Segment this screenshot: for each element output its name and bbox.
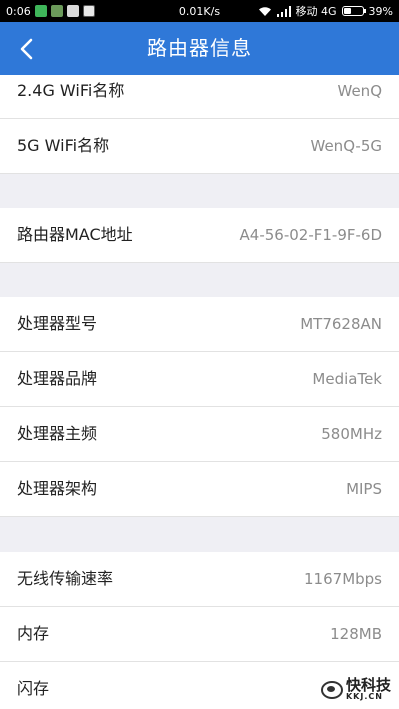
watermark-main: 快科技 xyxy=(345,676,391,694)
group-divider xyxy=(0,517,399,551)
info-label: 路由器MAC地址 xyxy=(17,225,133,244)
info-value: MediaTek xyxy=(312,370,382,388)
info-row-cpu-brand: 处理器品牌 MediaTek xyxy=(0,352,399,407)
info-value: 128MB xyxy=(330,625,382,643)
app-icon xyxy=(66,5,79,17)
info-value: WenQ xyxy=(337,82,383,100)
status-bar-right: 移动 4G 39% xyxy=(258,3,393,19)
app-bar: 路由器信息 xyxy=(0,22,399,75)
info-value: 580MHz xyxy=(321,425,382,443)
carrier-label: 移动 4G xyxy=(295,5,337,18)
watermark-logo-icon xyxy=(320,680,343,699)
battery-percent: 39% xyxy=(368,4,393,18)
info-label: 2.4G WiFi名称 xyxy=(17,81,125,100)
watermark-text: 快科技 KKJ.CN xyxy=(346,678,391,701)
page-title: 路由器信息 xyxy=(147,36,252,60)
wechat-icon xyxy=(34,5,47,17)
info-value: 1167Mbps xyxy=(304,570,382,588)
router-info-list[interactable]: 2.4G WiFi名称 WenQ 5G WiFi名称 WenQ-5G 路由器MA… xyxy=(0,75,399,709)
info-label: 处理器型号 xyxy=(17,314,98,333)
info-value: A4-56-02-F1-9F-6D xyxy=(239,226,382,244)
message-icon xyxy=(50,5,63,17)
battery-icon xyxy=(341,6,366,16)
info-row-cpu-model: 处理器型号 MT7628AN xyxy=(0,297,399,352)
info-row-cpu-freq: 处理器主频 580MHz xyxy=(0,407,399,462)
info-row-wifi-24g: 2.4G WiFi名称 WenQ xyxy=(0,75,399,119)
info-label: 处理器主频 xyxy=(17,424,98,443)
info-label: 无线传输速率 xyxy=(17,569,114,588)
info-value: WenQ-5G xyxy=(310,137,383,155)
group-divider xyxy=(0,263,399,296)
signal-icon xyxy=(276,5,291,17)
info-label: 5G WiFi名称 xyxy=(17,136,110,155)
qq-icon xyxy=(82,5,95,17)
group-divider xyxy=(0,174,399,207)
info-row-memory: 内存 128MB xyxy=(0,607,399,662)
info-value: MT7628AN xyxy=(300,315,382,333)
info-label: 闪存 xyxy=(17,679,50,698)
status-bar-left: 0:06 xyxy=(6,5,95,18)
wifi-icon xyxy=(258,6,271,16)
info-row-wireless-rate: 无线传输速率 1167Mbps xyxy=(0,552,399,607)
watermark-sub: KKJ.CN xyxy=(345,692,383,701)
info-label: 处理器品牌 xyxy=(17,369,98,388)
info-label: 处理器架构 xyxy=(17,479,98,498)
info-value: MIPS xyxy=(346,480,382,498)
watermark: 快科技 KKJ.CN xyxy=(320,678,391,701)
status-bar: 0:06 0.01K/s 移动 4G 39% xyxy=(0,0,399,22)
info-label: 内存 xyxy=(17,624,50,643)
info-row-mac: 路由器MAC地址 A4-56-02-F1-9F-6D xyxy=(0,208,399,263)
info-row-cpu-arch: 处理器架构 MIPS xyxy=(0,462,399,517)
info-row-wifi-5g: 5G WiFi名称 WenQ-5G xyxy=(0,119,399,174)
status-time: 0:06 xyxy=(6,4,31,18)
